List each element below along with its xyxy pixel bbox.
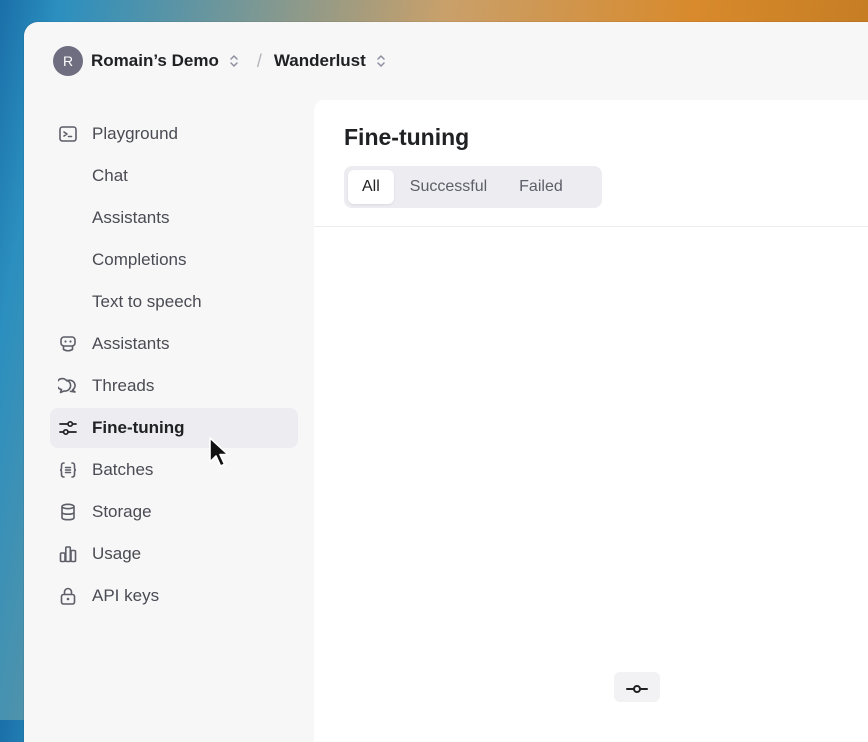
main-content: Fine-tuning All Successful Failed <box>314 100 868 742</box>
lock-icon <box>60 587 76 605</box>
top-bar: R Romain’s Demo / Wanderlust <box>24 22 868 100</box>
sidebar-item-label: Assistants <box>92 208 170 227</box>
sidebar-item-label: Chat <box>92 166 128 185</box>
empty-state-sliders-icon <box>614 672 660 702</box>
sliders-icon <box>59 420 77 436</box>
sidebar-nav: Playground Chat Assistants Completions T… <box>50 114 298 618</box>
sidebar-item-playground-assistants[interactable]: Assistants <box>50 198 298 238</box>
sidebar-item-batches[interactable]: Batches <box>50 450 298 490</box>
sidebar-item-label: Completions <box>92 250 187 269</box>
sidebar-item-label: API keys <box>92 586 160 605</box>
sidebar-item-usage[interactable]: Usage <box>50 534 298 574</box>
sidebar-item-label: Batches <box>92 460 154 479</box>
sidebar-item-assistants[interactable]: Assistants <box>50 324 298 364</box>
braces-icon <box>59 462 77 478</box>
sidebar-item-label: Usage <box>92 544 142 563</box>
chat-bubbles-icon <box>58 377 76 394</box>
sidebar-item-label: Text to speech <box>92 292 202 311</box>
robot-icon <box>60 336 76 352</box>
bar-chart-icon <box>59 546 77 563</box>
sliders-icon <box>626 685 648 693</box>
sidebar-item-playground[interactable]: Playground <box>50 114 298 154</box>
tab-successful[interactable]: Successful <box>394 170 503 204</box>
sidebar-item-api-keys[interactable]: API keys <box>50 576 298 616</box>
avatar[interactable]: R <box>53 46 83 76</box>
database-icon <box>61 503 75 521</box>
org-switcher[interactable]: Romain’s Demo <box>91 51 219 71</box>
filter-tabs: All Successful Failed <box>344 166 602 208</box>
page-title: Fine-tuning <box>344 124 470 150</box>
sidebar-item-label: Storage <box>92 502 152 521</box>
breadcrumb-separator: / <box>256 50 262 71</box>
sidebar-item-label: Playground <box>92 124 179 143</box>
chevron-updown-icon[interactable] <box>229 54 239 68</box>
tab-all[interactable]: All <box>348 170 394 204</box>
sidebar-item-chat[interactable]: Chat <box>50 156 298 196</box>
terminal-icon <box>59 126 77 142</box>
mouse-cursor-icon <box>209 437 229 467</box>
header-divider <box>314 226 868 227</box>
sidebar-item-text-to-speech[interactable]: Text to speech <box>50 282 298 322</box>
sidebar-item-threads[interactable]: Threads <box>50 366 298 406</box>
project-switcher[interactable]: Wanderlust <box>274 51 366 71</box>
sidebar-item-storage[interactable]: Storage <box>50 492 298 532</box>
sidebar-item-completions[interactable]: Completions <box>50 240 298 280</box>
app-window: R Romain’s Demo / Wanderlust Playground … <box>24 22 868 742</box>
sidebar-item-label: Fine-tuning <box>92 418 185 437</box>
chevron-updown-icon[interactable] <box>376 54 386 68</box>
tab-failed[interactable]: Failed <box>503 170 579 204</box>
sidebar-item-label: Threads <box>92 376 155 395</box>
sidebar-item-label: Assistants <box>92 334 170 353</box>
sidebar-item-fine-tuning[interactable]: Fine-tuning <box>50 408 298 448</box>
